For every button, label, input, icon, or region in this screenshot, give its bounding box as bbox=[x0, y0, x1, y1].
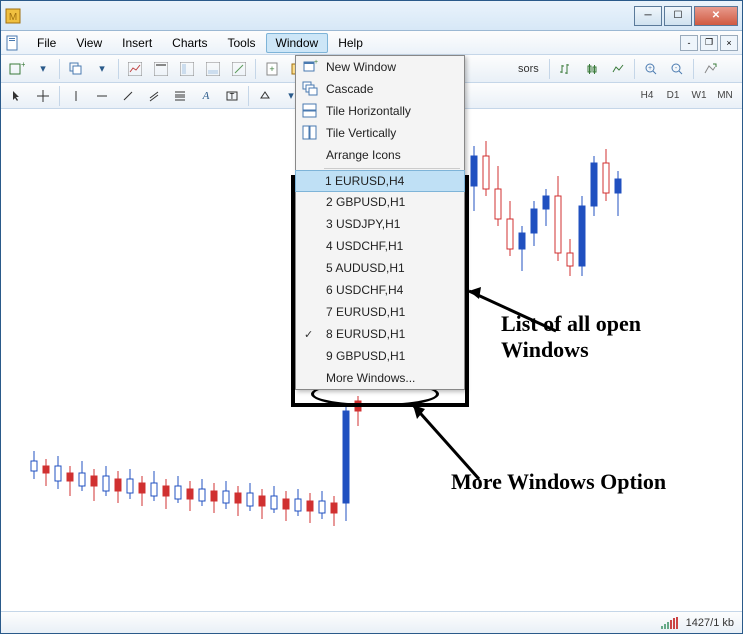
svg-text:+: + bbox=[314, 59, 318, 66]
window-item-label: 5 AUDUSD,H1 bbox=[326, 261, 405, 275]
mdi-restore-button[interactable]: ❐ bbox=[700, 35, 718, 51]
menu-window[interactable]: Window bbox=[266, 33, 329, 53]
statusbar: 1427/1 kb bbox=[1, 611, 742, 633]
window-close-button[interactable]: ✕ bbox=[694, 6, 738, 26]
annotation-text-list: List of all open Windows bbox=[501, 311, 641, 364]
new-chart-button[interactable]: + bbox=[5, 58, 29, 80]
window-item-label: 4 USDCHF,H1 bbox=[326, 239, 403, 253]
menu-item-label: Arrange Icons bbox=[326, 148, 401, 162]
vertical-line-button[interactable] bbox=[64, 85, 88, 107]
menu-insert[interactable]: Insert bbox=[112, 33, 162, 53]
window-item-3[interactable]: 3 USDJPY,H1 bbox=[296, 213, 464, 235]
bar-chart-button[interactable] bbox=[554, 58, 578, 80]
window-minimize-button[interactable]: ─ bbox=[634, 6, 662, 26]
doc-icon bbox=[5, 35, 21, 51]
menu-item-arrange-icons[interactable]: Arrange Icons bbox=[296, 144, 464, 166]
menu-view[interactable]: View bbox=[66, 33, 112, 53]
check-icon: ✓ bbox=[304, 328, 313, 341]
window-item-label: 1 EURUSD,H4 bbox=[325, 174, 404, 188]
window-item-label: 2 GBPUSD,H1 bbox=[326, 195, 405, 209]
window-item-7[interactable]: 7 EURUSD,H1 bbox=[296, 301, 464, 323]
menu-item-label: Cascade bbox=[326, 82, 373, 96]
mdi-close-button[interactable]: × bbox=[720, 35, 738, 51]
profiles-dropdown[interactable]: ▾ bbox=[90, 58, 114, 80]
arrows-button[interactable] bbox=[253, 85, 277, 107]
window-item-1[interactable]: 1 EURUSD,H4 bbox=[295, 170, 465, 192]
window-item-label: 9 GBPUSD,H1 bbox=[326, 349, 405, 363]
new-chart-dropdown[interactable]: ▾ bbox=[31, 58, 55, 80]
window-item-6[interactable]: 6 USDCHF,H4 bbox=[296, 279, 464, 301]
candle-chart-button[interactable] bbox=[580, 58, 604, 80]
menubar: FileViewInsertChartsToolsWindowHelp - ❐ … bbox=[1, 31, 742, 55]
text-label-button[interactable]: T bbox=[220, 85, 244, 107]
menu-file[interactable]: File bbox=[27, 33, 66, 53]
strategy-tester-button[interactable] bbox=[227, 58, 251, 80]
menu-charts[interactable]: Charts bbox=[162, 33, 217, 53]
tile-v-icon bbox=[302, 125, 318, 141]
svg-text:+: + bbox=[269, 64, 274, 74]
zoom-in-button[interactable]: + bbox=[639, 58, 663, 80]
menu-item-label: Tile Horizontally bbox=[326, 104, 411, 118]
new-order-button[interactable]: + bbox=[260, 58, 284, 80]
menu-item-label: Tile Vertically bbox=[326, 126, 396, 140]
text-button[interactable]: A bbox=[194, 85, 218, 107]
menu-item-label: New Window bbox=[326, 60, 396, 74]
menu-tools[interactable]: Tools bbox=[218, 33, 266, 53]
cursor-button[interactable] bbox=[5, 85, 29, 107]
market-watch-button[interactable] bbox=[123, 58, 147, 80]
menu-help[interactable]: Help bbox=[328, 33, 373, 53]
menu-item-tile-vertically[interactable]: Tile Vertically bbox=[296, 122, 464, 144]
menu-item-tile-horizontally[interactable]: Tile Horizontally bbox=[296, 100, 464, 122]
profiles-button[interactable] bbox=[64, 58, 88, 80]
line-chart-button[interactable] bbox=[606, 58, 630, 80]
connection-signal-icon bbox=[661, 617, 678, 629]
navigator-button[interactable] bbox=[175, 58, 199, 80]
new-window-icon: + bbox=[302, 59, 318, 75]
more-windows-item[interactable]: More Windows... bbox=[296, 367, 464, 389]
timeframe-mn-button[interactable]: MN bbox=[712, 86, 738, 106]
fibonacci-button[interactable] bbox=[168, 85, 192, 107]
window-item-5[interactable]: 5 AUDUSD,H1 bbox=[296, 257, 464, 279]
app-icon: M bbox=[5, 8, 21, 24]
app-window: M ─ ☐ ✕ FileViewInsertChartsToolsWindowH… bbox=[0, 0, 743, 634]
annotation-text-more: More Windows Option bbox=[451, 469, 666, 495]
window-item-9[interactable]: 9 GBPUSD,H1 bbox=[296, 345, 464, 367]
svg-text:+: + bbox=[21, 61, 25, 69]
more-windows-label: More Windows... bbox=[326, 371, 415, 385]
svg-text:M: M bbox=[9, 12, 17, 23]
window-item-4[interactable]: 4 USDCHF,H1 bbox=[296, 235, 464, 257]
titlebar: M ─ ☐ ✕ bbox=[1, 1, 742, 31]
timeframe-d1-button[interactable]: D1 bbox=[660, 86, 686, 106]
window-item-label: 6 USDCHF,H4 bbox=[326, 283, 403, 297]
data-window-button[interactable] bbox=[149, 58, 173, 80]
tile-h-icon bbox=[302, 103, 318, 119]
timeframe-w1-button[interactable]: W1 bbox=[686, 86, 712, 106]
cascade-icon bbox=[302, 81, 318, 97]
window-menu-dropdown: + New Window Cascade Tile Horizontally Tile … bbox=[295, 55, 465, 390]
trendline-button[interactable] bbox=[116, 85, 140, 107]
crosshair-button[interactable] bbox=[31, 85, 55, 107]
mdi-minimize-button[interactable]: - bbox=[680, 35, 698, 51]
window-item-label: 3 USDJPY,H1 bbox=[326, 217, 400, 231]
window-item-8[interactable]: ✓ 8 EURUSD,H1 bbox=[296, 323, 464, 345]
svg-text:+: + bbox=[648, 65, 652, 72]
auto-scroll-button[interactable] bbox=[698, 58, 722, 80]
horizontal-line-button[interactable] bbox=[90, 85, 114, 107]
channel-button[interactable] bbox=[142, 85, 166, 107]
menu-item-new-window[interactable]: + New Window bbox=[296, 56, 464, 78]
expert-advisors-label-partial[interactable]: sors bbox=[512, 63, 545, 75]
menu-item-cascade[interactable]: Cascade bbox=[296, 78, 464, 100]
window-item-2[interactable]: 2 GBPUSD,H1 bbox=[296, 191, 464, 213]
traffic-label: 1427/1 kb bbox=[686, 617, 734, 629]
menu-separator bbox=[324, 168, 460, 169]
window-item-label: 8 EURUSD,H1 bbox=[326, 327, 405, 341]
terminal-button[interactable] bbox=[201, 58, 225, 80]
svg-text:T: T bbox=[230, 92, 235, 101]
zoom-out-button[interactable]: - bbox=[665, 58, 689, 80]
window-maximize-button[interactable]: ☐ bbox=[664, 6, 692, 26]
timeframe-h4-button[interactable]: H4 bbox=[634, 86, 660, 106]
svg-text:-: - bbox=[675, 65, 678, 72]
window-item-label: 7 EURUSD,H1 bbox=[326, 305, 405, 319]
